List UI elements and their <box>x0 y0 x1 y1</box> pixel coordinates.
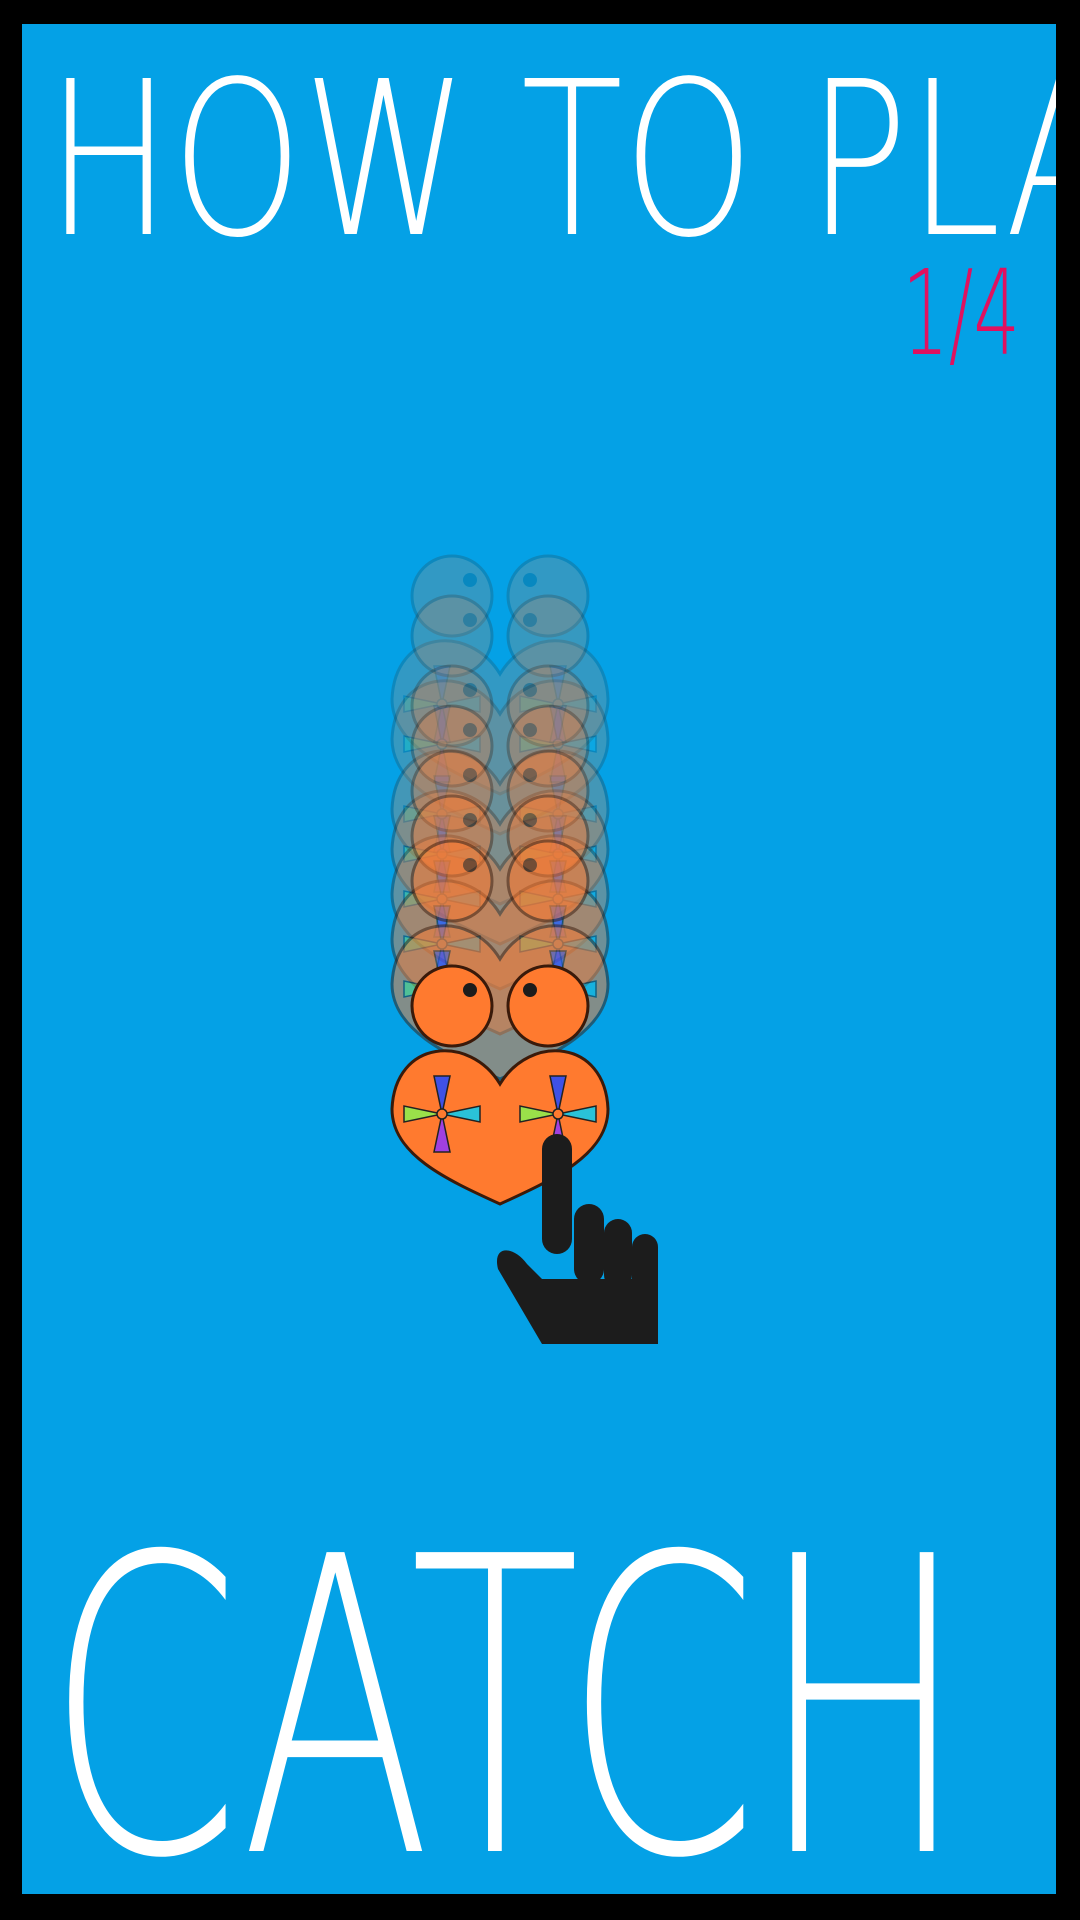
tutorial-illustration <box>390 554 658 1344</box>
instruction-caption: CATCH <box>46 1470 969 1894</box>
game-screen[interactable]: HOW TO PLAY 1/4 <box>22 24 1056 1894</box>
